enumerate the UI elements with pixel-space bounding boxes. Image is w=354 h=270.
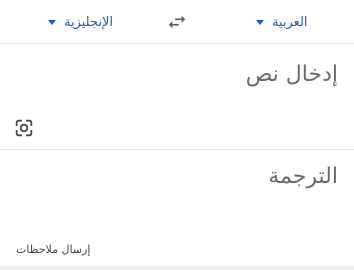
source-language-label: العربية <box>272 14 308 30</box>
language-bar: الإنجليزية العربية <box>0 0 354 44</box>
send-feedback-link[interactable]: إرسال ملاحظات <box>16 243 90 256</box>
caret-down-icon <box>256 19 264 25</box>
target-language-selector[interactable]: الإنجليزية <box>48 12 113 32</box>
translation-label: الترجمة <box>268 164 338 189</box>
caret-down-icon <box>48 19 56 25</box>
text-input-placeholder[interactable]: إدخال نص <box>246 62 338 87</box>
input-area[interactable]: إدخال نص <box>0 44 354 150</box>
swap-arrows-icon[interactable] <box>166 11 188 33</box>
source-language-selector[interactable]: العربية <box>256 12 308 32</box>
camera-lens-icon[interactable] <box>13 117 35 139</box>
target-language-label: الإنجليزية <box>64 14 114 30</box>
translation-output: الترجمة إرسال ملاحظات <box>0 150 354 265</box>
bottom-divider <box>0 266 354 270</box>
translate-app: الإنجليزية العربية إدخال نص الترجمة إرسا… <box>0 0 354 270</box>
